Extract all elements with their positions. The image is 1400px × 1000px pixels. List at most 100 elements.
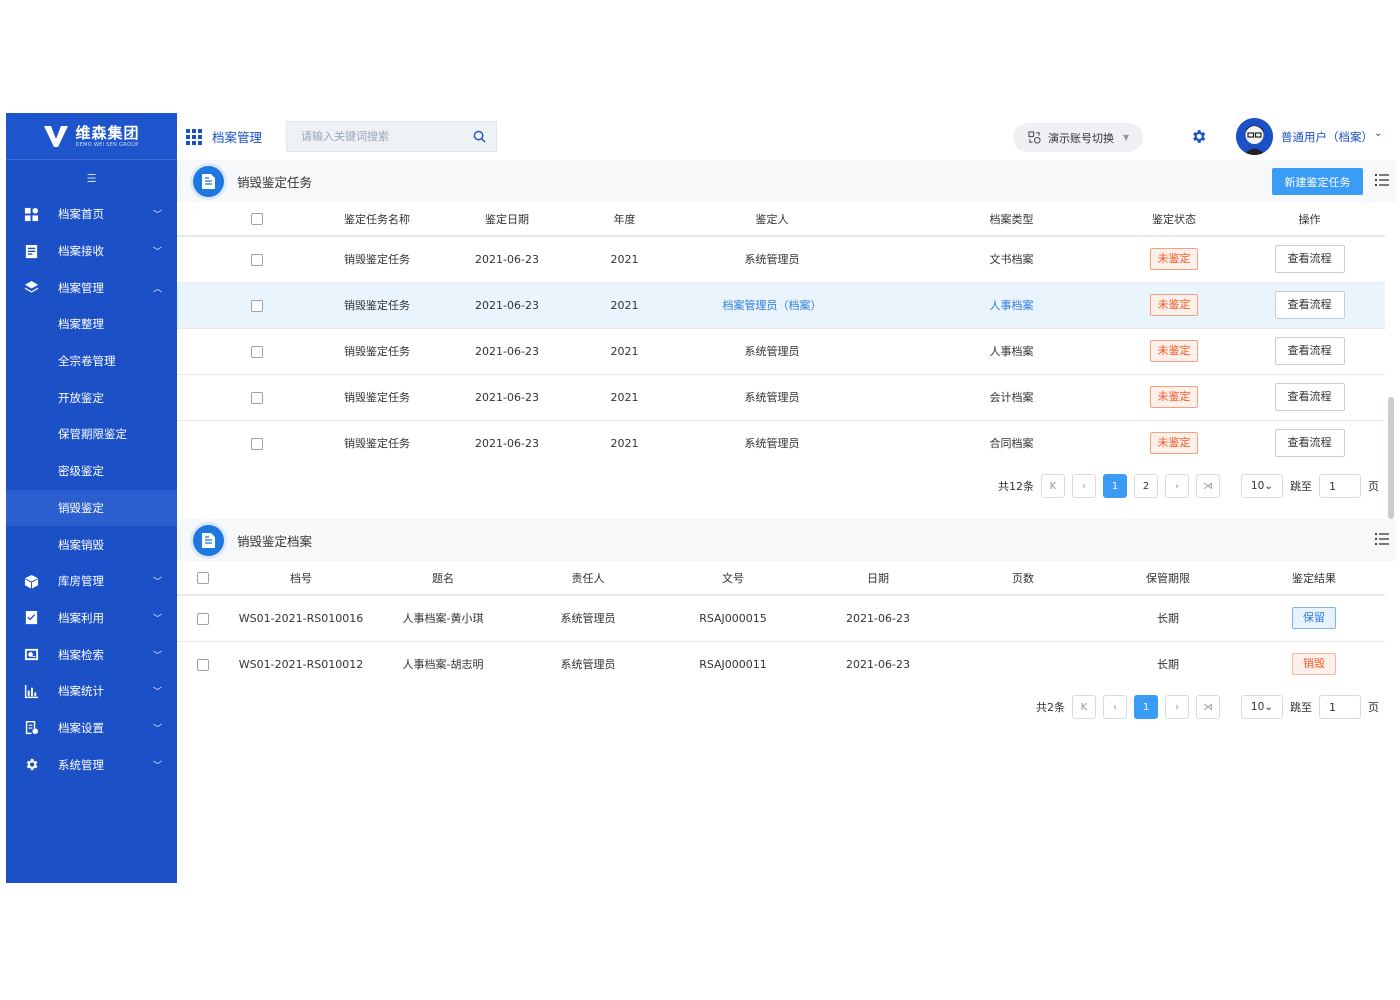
first-page-icon[interactable]: K: [1041, 474, 1065, 498]
page-size-select[interactable]: 10 ⌄: [1241, 474, 1283, 498]
user-avatar[interactable]: [1236, 118, 1273, 155]
row-checkbox[interactable]: [251, 299, 263, 312]
spacer-cell: [892, 327, 909, 374]
jump-label: 跳至: [1290, 480, 1312, 493]
search-input[interactable]: [301, 130, 462, 143]
sidebar-item-label: 档案检索: [58, 647, 104, 662]
row-checkbox[interactable]: [197, 612, 209, 625]
status-cell: 未鉴定: [1114, 235, 1234, 282]
sidebar-item-7[interactable]: 档案设置 ﹀: [6, 710, 177, 747]
table-row[interactable]: 销毁鉴定任务 2021-06-23 2021 系统管理员 人事档案 未鉴定 查看流程: [177, 327, 1385, 374]
select-all-checkbox[interactable]: [251, 213, 263, 225]
first-page-icon[interactable]: K: [1072, 695, 1096, 719]
task-date: 2021-06-23: [417, 235, 597, 282]
sidebar-subitem-5[interactable]: 销毁鉴定: [6, 489, 177, 527]
table-row[interactable]: 销毁鉴定任务 2021-06-23 2021 系统管理员 会计档案 未鉴定 查看流程: [177, 373, 1385, 420]
search-icon[interactable]: [473, 130, 486, 143]
task-name: 销毁鉴定任务: [337, 281, 417, 328]
row-checkbox[interactable]: [197, 658, 209, 671]
page-size-select[interactable]: 10 ⌄: [1241, 695, 1283, 719]
chevron-down-icon[interactable]: ⌄: [1374, 128, 1382, 139]
bar-chart-icon: [23, 683, 39, 699]
archive-pages: [953, 594, 1093, 641]
brand-logo[interactable]: 维森集团 DEMO WEI SEN GROUP: [6, 113, 177, 160]
view-flow-button[interactable]: 查看流程: [1274, 291, 1345, 319]
settings-gear-icon[interactable]: [1190, 128, 1207, 145]
app-name[interactable]: 档案管理: [212, 127, 262, 146]
column-header: 页数: [953, 561, 1093, 595]
column-settings-icon[interactable]: [1375, 533, 1389, 545]
app-grid-icon[interactable]: [186, 128, 202, 145]
chevron-down-icon: ﹀: [152, 210, 162, 221]
chevron-down-icon: ﹀: [152, 724, 162, 735]
last-page-icon[interactable]: ⋊: [1196, 695, 1220, 719]
sidebar-item-0[interactable]: 档案首页 ﹀: [6, 196, 177, 233]
select-all-checkbox[interactable]: [197, 572, 209, 584]
sidebar-item-8[interactable]: 系统管理 ﹀: [6, 746, 177, 783]
sidebar-subitem-4[interactable]: 密级鉴定: [6, 453, 177, 490]
table-row[interactable]: 销毁鉴定任务 2021-06-23 2021 系统管理员 文书档案 未鉴定 查看流程: [177, 235, 1385, 282]
task-date: 2021-06-23: [417, 281, 597, 328]
total-count: 共12条: [998, 480, 1034, 493]
action-cell: 查看流程: [1234, 281, 1385, 328]
jump-input[interactable]: 1: [1319, 474, 1361, 498]
new-task-button[interactable]: 新建鉴定任务: [1272, 168, 1363, 195]
table-row[interactable]: WS01-2021-RS010016 人事档案-黄小琪 系统管理员 RSAJ00001…: [177, 594, 1385, 641]
sidebar-item-1[interactable]: 档案接收 ﹀: [6, 233, 177, 270]
prev-page-icon[interactable]: ‹: [1072, 474, 1096, 498]
archive-code: WS01-2021-RS010016: [229, 594, 373, 641]
checklist-icon: [23, 610, 39, 626]
sidebar-subitem-6[interactable]: 档案销毁: [6, 526, 177, 563]
view-flow-button[interactable]: 查看流程: [1274, 245, 1345, 274]
search-box: [286, 121, 498, 152]
sidebar-item-2[interactable]: 档案管理 ︿: [6, 269, 177, 306]
table-row[interactable]: WS01-2021-RS010012 人事档案-胡志明 系统管理员 RSAJ00001…: [177, 640, 1385, 687]
page-number[interactable]: 2: [1134, 474, 1158, 498]
row-checkbox[interactable]: [251, 345, 263, 358]
sidebar-subitem-1[interactable]: 全宗卷管理: [6, 343, 177, 380]
chevron-down-icon: ⌄: [1264, 701, 1274, 713]
last-page-icon[interactable]: ⋊: [1196, 474, 1220, 498]
view-flow-button[interactable]: 查看流程: [1274, 429, 1345, 458]
column-settings-icon[interactable]: [1375, 174, 1389, 186]
sidebar-item-6[interactable]: 档案统计 ﹀: [6, 673, 177, 710]
row-checkbox[interactable]: [251, 437, 263, 450]
sidebar-item-label: 档案接收: [58, 244, 104, 259]
view-flow-button[interactable]: 查看流程: [1274, 337, 1345, 365]
sidebar-subitem-3[interactable]: 保管期限鉴定: [6, 416, 177, 453]
account-switch-dropdown[interactable]: 演示账号切换 ▼: [1013, 123, 1143, 152]
column-header: 鉴定日期: [417, 202, 597, 236]
archive-doc-no: RSAJ000015: [663, 594, 803, 641]
column-header: 鉴定结果: [1243, 561, 1385, 595]
layers-icon: [23, 280, 39, 296]
row-select-cell: [177, 235, 337, 282]
scrollbar[interactable]: [1388, 397, 1394, 519]
jump-input[interactable]: 1: [1319, 695, 1361, 719]
table-row[interactable]: 销毁鉴定任务 2021-06-23 2021 系统管理员 合同档案 未鉴定 查看流程: [177, 419, 1385, 466]
next-page-icon[interactable]: ›: [1165, 474, 1189, 498]
brand-name: 维森集团: [75, 123, 140, 142]
archive-date: 2021-06-23: [803, 594, 953, 641]
sidebar-subitem-0[interactable]: 档案整理: [6, 306, 177, 343]
status-badge: 未鉴定: [1150, 386, 1198, 408]
sidebar-item-3[interactable]: 库房管理 ﹀: [6, 563, 177, 600]
task-year: 2021: [597, 235, 652, 282]
page-number[interactable]: 1: [1103, 474, 1127, 498]
table-row[interactable]: 销毁鉴定任务 2021-06-23 2021 档案管理员（档案） 人事档案 未鉴定 查看流程: [177, 281, 1385, 328]
sidebar-item-4[interactable]: 档案利用 ﹀: [6, 600, 177, 637]
status-badge: 未鉴定: [1150, 340, 1198, 362]
sidebar-subitem-2[interactable]: 开放鉴定: [6, 379, 177, 416]
task-type: 合同档案: [909, 419, 1114, 466]
row-checkbox[interactable]: [251, 391, 263, 404]
view-flow-button[interactable]: 查看流程: [1274, 383, 1345, 411]
next-page-icon[interactable]: ›: [1165, 695, 1189, 719]
user-name[interactable]: 普通用户（档案）: [1281, 129, 1373, 145]
page-number[interactable]: 1: [1134, 695, 1158, 719]
column-header: 文号: [663, 561, 803, 595]
collapse-sidebar-icon[interactable]: ☰: [6, 160, 177, 196]
logo-v-icon: [43, 123, 69, 149]
sidebar-item-5[interactable]: 档案检索 ﹀: [6, 636, 177, 673]
prev-page-icon[interactable]: ‹: [1103, 695, 1127, 719]
row-checkbox[interactable]: [251, 253, 263, 266]
archive-title: 人事档案-黄小琪: [373, 594, 513, 641]
